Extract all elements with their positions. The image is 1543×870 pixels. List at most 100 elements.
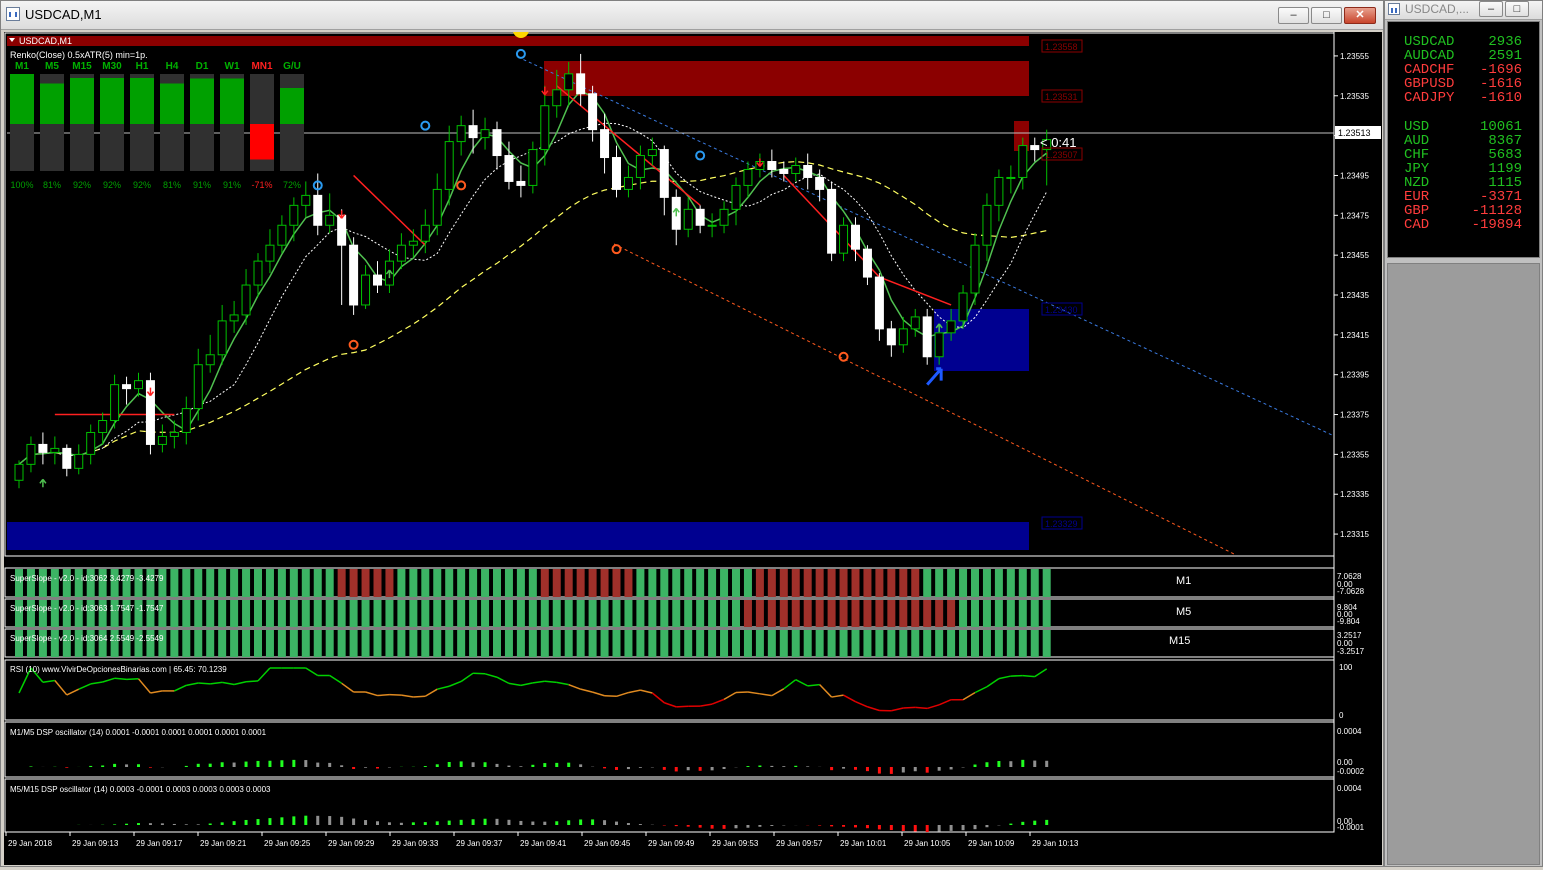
bull-candle bbox=[648, 150, 656, 156]
renko-label: Renko(Close) 0.5xATR(5) min=1p. bbox=[10, 50, 148, 60]
ss-bar-green bbox=[457, 600, 465, 627]
maximize-button[interactable]: □ bbox=[1311, 7, 1342, 24]
main-window-titlebar[interactable]: USDCAD,M1 – □ ✕ bbox=[1, 1, 1383, 30]
bull-candle bbox=[684, 209, 692, 229]
ss-bar-red bbox=[362, 569, 370, 597]
ss3-tf: M15 bbox=[1169, 635, 1190, 647]
bear-candle bbox=[852, 225, 860, 249]
time-tick-label: 29 Jan 09:37 bbox=[456, 839, 503, 848]
ss-bar-green bbox=[959, 630, 967, 657]
bull-candle bbox=[194, 365, 202, 409]
zone-bottom-tag: 1.23329 bbox=[1045, 519, 1078, 529]
ss-bar-green bbox=[648, 569, 656, 597]
bull-candle bbox=[15, 464, 23, 480]
ss-bar-green bbox=[254, 600, 262, 627]
ss-bar-green bbox=[744, 569, 752, 597]
ss-bar-red bbox=[899, 600, 907, 627]
bull-candle bbox=[218, 321, 226, 355]
ss-bar-green bbox=[696, 630, 704, 657]
ss-bar-green bbox=[397, 600, 405, 627]
rsi-segment bbox=[401, 695, 413, 697]
timeframe-meter: M1100%M581%M1592%M3092%H192%H481%D191%W1… bbox=[10, 61, 304, 190]
rsi-segment bbox=[55, 681, 67, 695]
rsi-segment bbox=[700, 704, 712, 706]
rsi-segment bbox=[1023, 676, 1035, 677]
ss2-label: SuperSlope - v2.0 - id:3063 1.7547 -1.75… bbox=[10, 604, 164, 613]
ss-bar-red bbox=[875, 569, 883, 597]
ss-bar-green bbox=[385, 630, 393, 657]
ss-bar-red bbox=[601, 569, 609, 597]
minimize-button[interactable]: – bbox=[1278, 7, 1309, 24]
bull-candle bbox=[27, 444, 35, 464]
bull-candle bbox=[541, 106, 549, 150]
bull-candle bbox=[995, 177, 1003, 205]
meter-tf-label: M1 bbox=[15, 61, 29, 72]
ss-bar-green bbox=[899, 630, 907, 657]
meter-tf-label: M30 bbox=[102, 61, 122, 72]
meter-bar-green bbox=[280, 88, 304, 124]
bull-candle bbox=[1019, 146, 1027, 178]
side-window-titlebar[interactable]: USDCAD,... – □ bbox=[1385, 1, 1542, 20]
ss-bar-green bbox=[517, 630, 525, 657]
bear-candle bbox=[780, 169, 788, 173]
bear-candle bbox=[63, 448, 71, 468]
bull-candle bbox=[254, 261, 262, 285]
ss-bar-red bbox=[816, 600, 824, 627]
ss-bar-red bbox=[816, 569, 824, 597]
ss-bar-green bbox=[326, 630, 334, 657]
main-chart-window[interactable]: USDCAD,M1 – □ ✕ 1.23558 bbox=[0, 0, 1384, 867]
rsi-segment bbox=[234, 682, 246, 685]
rsi-segment bbox=[509, 683, 521, 685]
side-maximize-button[interactable]: □ bbox=[1505, 1, 1529, 17]
price-tick-label: 1.23535 bbox=[1340, 92, 1369, 101]
ss-bar-green bbox=[1019, 569, 1027, 597]
ss-bar-green bbox=[493, 569, 501, 597]
side-window[interactable]: USDCAD,... – □ USDCAD2936AUDCAD2591CADCH… bbox=[1384, 0, 1543, 867]
trendline-orange bbox=[614, 244, 1234, 554]
bull-candle bbox=[959, 293, 967, 321]
ss-bar-green bbox=[529, 630, 537, 657]
currency-strength-value: 10061 bbox=[1480, 120, 1522, 134]
ss-bar-green bbox=[302, 569, 310, 597]
side-window-icon bbox=[1388, 3, 1400, 15]
slow-ma-line bbox=[19, 162, 1047, 465]
price-tick-label: 1.23555 bbox=[1340, 52, 1369, 61]
ss-bar-green bbox=[1043, 600, 1051, 627]
rsi-segment bbox=[712, 699, 724, 704]
ss-bar-red bbox=[577, 569, 585, 597]
chart-canvas[interactable]: 1.23558 1.23531 1.23507 1.23430 1.23329 … bbox=[4, 32, 1382, 865]
bull-candle bbox=[409, 241, 417, 245]
ss1-label: SuperSlope - v2.0 - id:3062 3.4279 -3.42… bbox=[10, 574, 164, 583]
ss-bar-green bbox=[218, 600, 226, 627]
rsi-segment bbox=[497, 677, 509, 683]
meter-pct: 91% bbox=[193, 180, 211, 190]
ss-bar-green bbox=[660, 600, 668, 627]
pair-strength-value: -1696 bbox=[1480, 63, 1522, 77]
side-minimize-button[interactable]: – bbox=[1479, 1, 1503, 17]
rsi-segment bbox=[569, 685, 581, 689]
meter-bar-green bbox=[40, 84, 64, 125]
ss-bar-green bbox=[983, 630, 991, 657]
ss-bar-green bbox=[983, 600, 991, 627]
price-tick-label: 1.23475 bbox=[1340, 211, 1369, 220]
time-tick-label: 29 Jan 09:21 bbox=[200, 839, 247, 848]
ss-bar-red bbox=[887, 600, 895, 627]
ss-bar-green bbox=[648, 630, 656, 657]
chart-area[interactable]: 1.23558 1.23531 1.23507 1.23430 1.23329 … bbox=[4, 32, 1382, 865]
ss-bar-green bbox=[278, 600, 286, 627]
rsi-segment bbox=[927, 705, 939, 709]
ss-bar-green bbox=[278, 569, 286, 597]
ss-bar-green bbox=[445, 569, 453, 597]
ss-bar-green bbox=[218, 569, 226, 597]
ss-bar-green bbox=[505, 569, 513, 597]
close-button[interactable]: ✕ bbox=[1344, 7, 1376, 24]
ss-bar-green bbox=[481, 600, 489, 627]
ss-bar-red bbox=[804, 600, 812, 627]
pair-strength-value: -1616 bbox=[1480, 77, 1522, 91]
ss-bar-red bbox=[768, 569, 776, 597]
demand-zone-right bbox=[934, 309, 1029, 371]
rsi-segment bbox=[784, 680, 796, 689]
rsi-segment bbox=[473, 673, 485, 674]
ss-bar-green bbox=[553, 630, 561, 657]
currency-strength-panel: USDCAD2936AUDCAD2591CADCHF-1696GBPUSD-16… bbox=[1387, 21, 1540, 258]
